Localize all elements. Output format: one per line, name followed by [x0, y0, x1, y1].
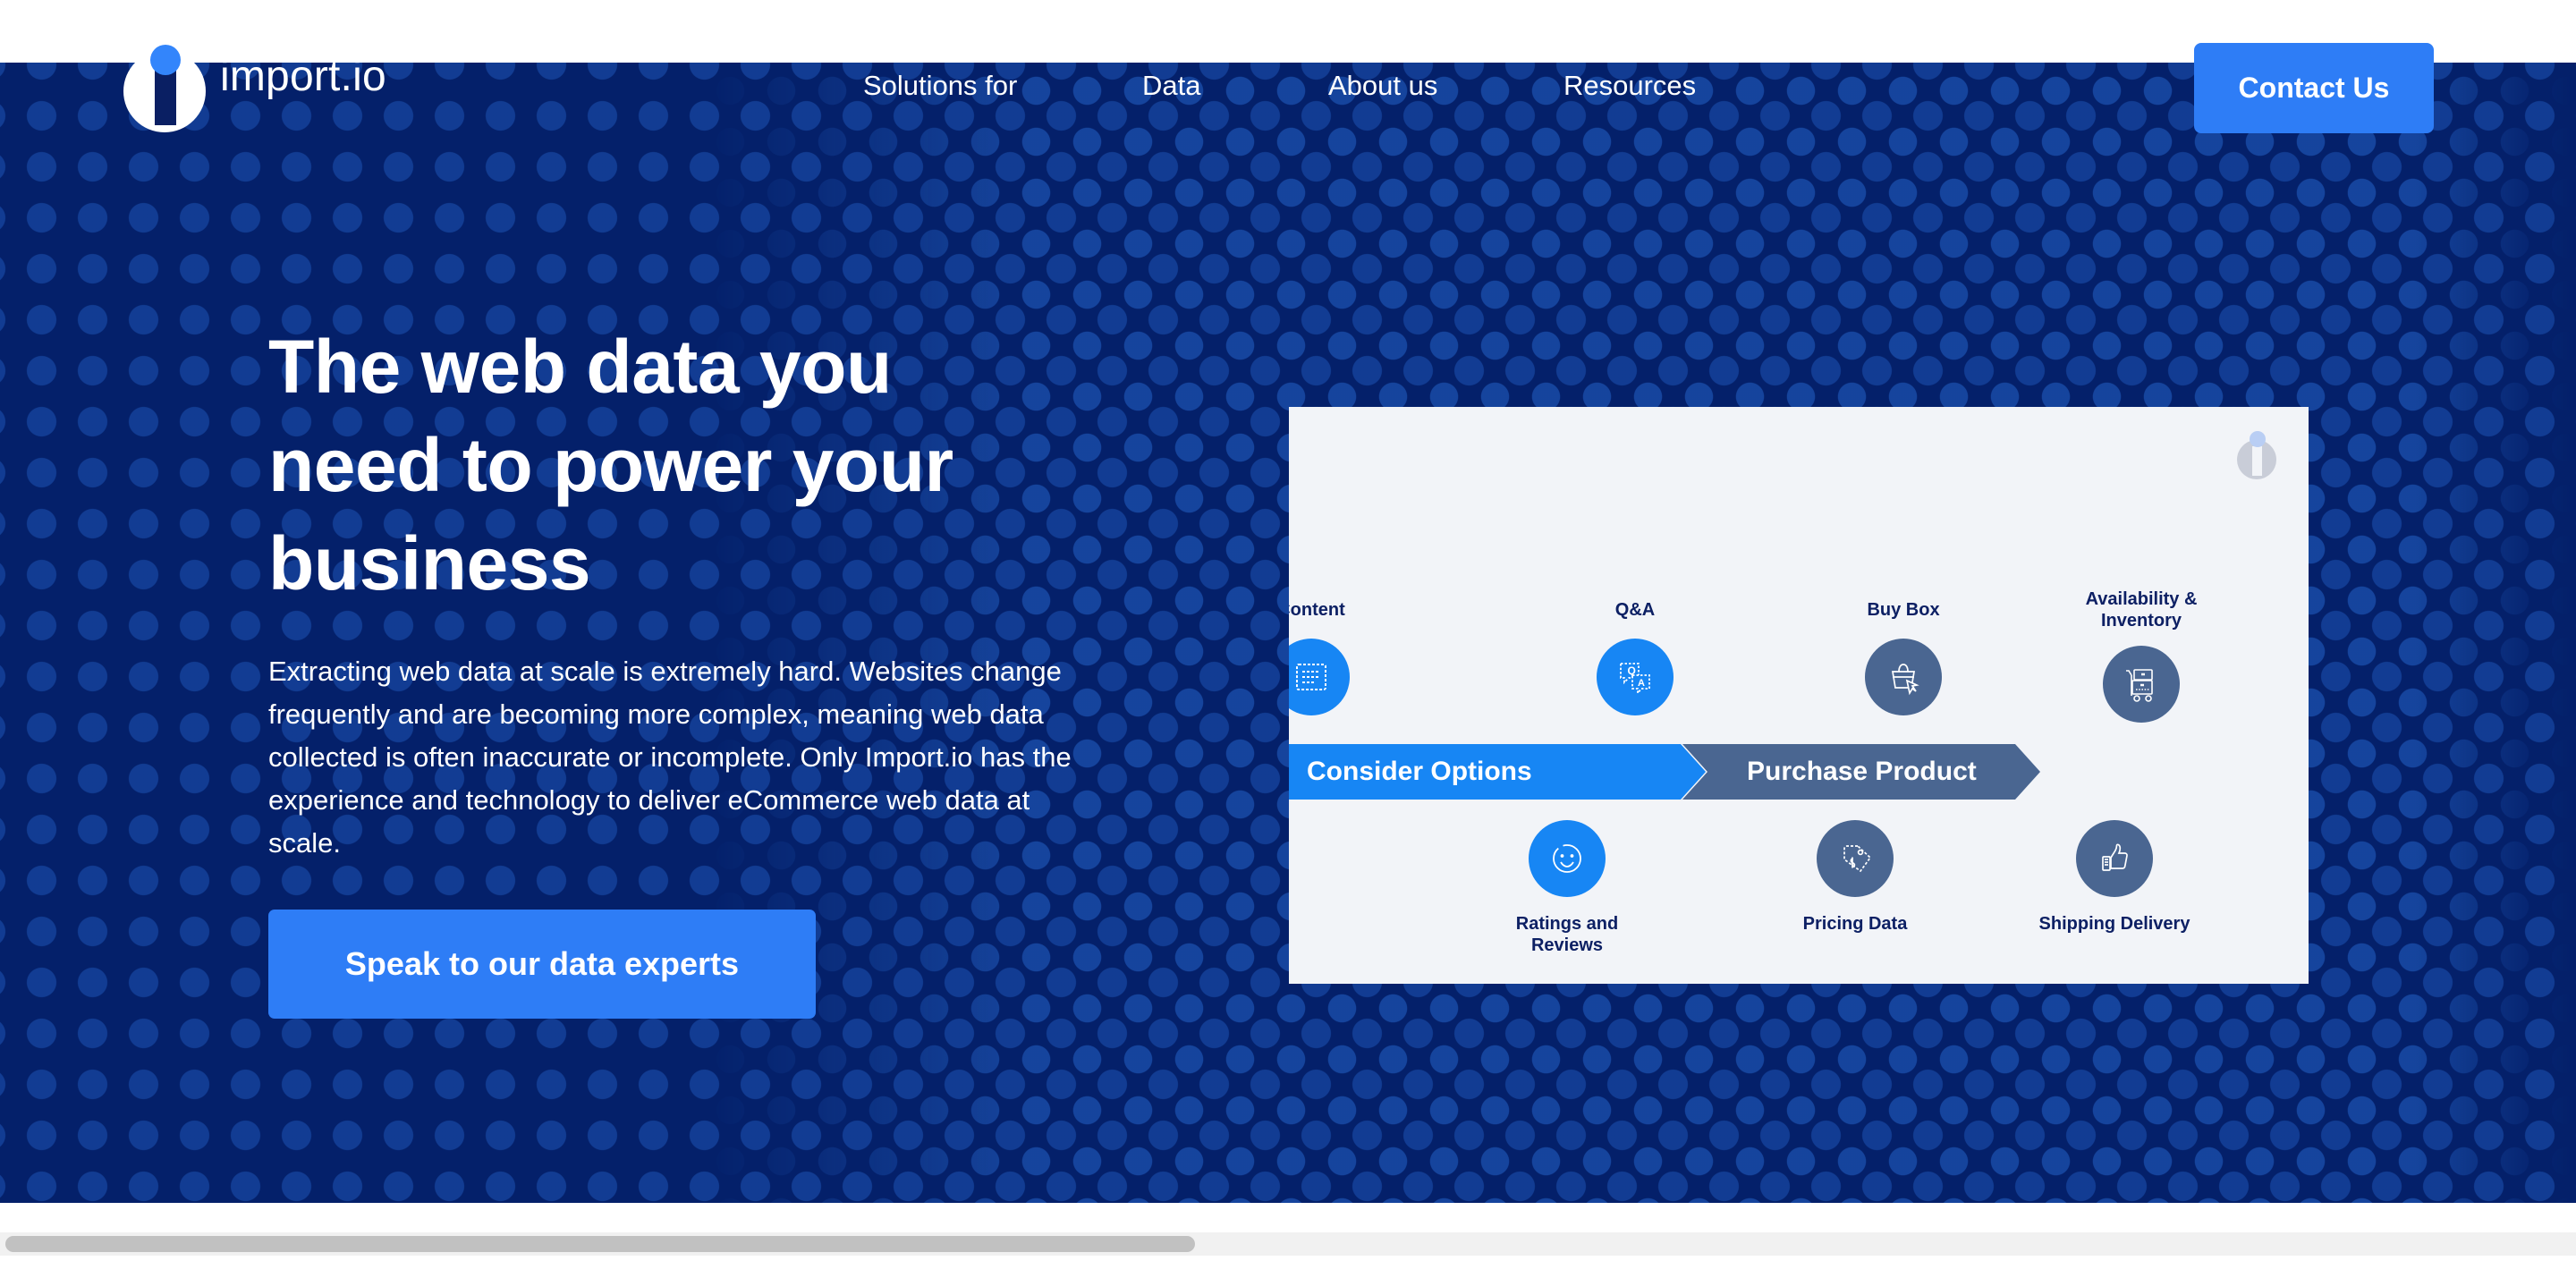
question-answer-icon: Q A	[1597, 639, 1674, 715]
horizontal-scrollbar-thumb[interactable]	[5, 1236, 1195, 1252]
import-io-watermark-icon	[2237, 431, 2282, 479]
node-qa[interactable]: Q&A Q A	[1555, 599, 1716, 715]
node-shipping-delivery[interactable]: Shipping Delivery	[2012, 820, 2217, 935]
ecommerce-journey-infographic: Content Q&A Q A	[1289, 407, 2309, 984]
node-buy-box-label: Buy Box	[1867, 600, 1940, 620]
buy-box-cursor-icon	[1865, 639, 1942, 715]
node-content[interactable]: Content	[1289, 599, 1378, 715]
nav-item-data[interactable]: Data	[1142, 70, 1200, 102]
watermark-dot	[2250, 431, 2266, 447]
node-pricing-data[interactable]: Pricing Data	[1770, 820, 1940, 935]
node-availability-label: Availability & Inventory	[2085, 589, 2198, 630]
stage-purchase-product-label: Purchase Product	[1747, 757, 1977, 786]
node-content-label: Content	[1289, 600, 1345, 620]
brand-wordmark[interactable]: import.io	[220, 52, 386, 101]
site-header: import.io Solutions for Data About us Re…	[0, 0, 2576, 157]
thumbs-up-icon	[2076, 820, 2153, 897]
svg-text:A: A	[1638, 678, 1645, 689]
import-io-logo-icon[interactable]	[123, 25, 206, 132]
node-qa-label: Q&A	[1614, 600, 1656, 620]
stage-purchase-product[interactable]: Purchase Product	[1682, 744, 2040, 800]
contact-us-button[interactable]: Contact Us	[2194, 43, 2434, 133]
inventory-cart-icon	[2103, 646, 2180, 723]
nav-item-about-us[interactable]: About us	[1328, 70, 1437, 102]
smiley-face-icon	[1529, 820, 1606, 897]
speak-to-data-experts-button[interactable]: Speak to our data experts	[268, 910, 816, 1019]
nav-item-resources[interactable]: Resources	[1563, 70, 1696, 102]
watermark-stem	[2252, 446, 2262, 476]
page-root: import.io Solutions for Data About us Re…	[0, 0, 2576, 1261]
price-tag-icon	[1817, 820, 1894, 897]
node-ratings-reviews-label: Ratings and Reviews	[1515, 914, 1619, 955]
logo-dot	[150, 45, 181, 75]
node-ratings-reviews[interactable]: Ratings and Reviews	[1482, 820, 1652, 956]
stage-consider-options-label: Consider Options	[1307, 757, 1532, 786]
hero-copy-block: The web data you need to power your busi…	[268, 317, 1154, 1019]
node-shipping-delivery-label: Shipping Delivery	[2038, 914, 2190, 934]
journey-stage-band: Consider Options Purchase Product	[1289, 744, 2309, 800]
hero-description: Extracting web data at scale is extremel…	[268, 656, 1072, 859]
nav-item-solutions-for[interactable]: Solutions for	[863, 70, 1017, 102]
node-pricing-data-label: Pricing Data	[1802, 914, 1908, 934]
page-title: The web data you need to power your busi…	[268, 325, 953, 605]
node-buy-box[interactable]: Buy Box	[1805, 599, 2002, 715]
content-grid-icon	[1289, 639, 1350, 715]
node-availability-inventory[interactable]: Availability & Inventory	[2038, 588, 2244, 723]
stage-consider-options[interactable]: Consider Options	[1289, 744, 1706, 800]
